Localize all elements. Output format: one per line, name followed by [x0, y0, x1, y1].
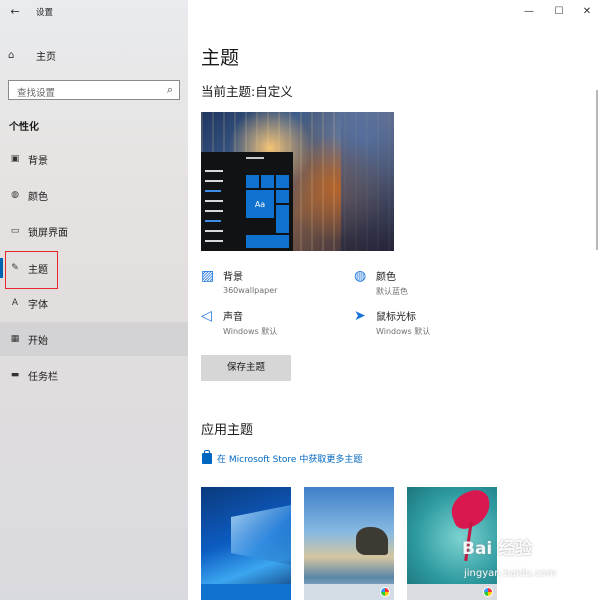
palette-icon: ◍ [354, 268, 367, 284]
preview-tile [246, 175, 259, 188]
preview-menu-line [205, 220, 221, 222]
section-heading: 个性化 [9, 122, 39, 133]
nav-home-label: 主页 [36, 51, 56, 63]
annotation-highlight-box [5, 251, 58, 289]
sidebar-item-taskbar[interactable]: ▬ 任务栏 [0, 358, 188, 392]
picture-icon: ▣ [10, 154, 20, 164]
preview-menu-header [246, 157, 264, 159]
preview-tile-aa: Aa [246, 190, 274, 218]
setting-value: 默认蓝色 [376, 287, 408, 296]
sidebar-item-label: 背景 [28, 155, 48, 167]
setting-title: 声音 [223, 312, 243, 323]
theme-thumbnail-windows-10[interactable] [304, 487, 394, 600]
preview-tile [246, 235, 289, 248]
preview-wallpaper-detail [341, 112, 394, 251]
apply-theme-heading: 应用主题 [201, 423, 254, 438]
maximize-button[interactable]: ☐ [545, 4, 573, 20]
preview-menu-line [205, 170, 223, 172]
sidebar-item-lock-screen[interactable]: ▭ 锁屏界面 [0, 214, 188, 248]
search-input[interactable]: 查找设置 ⌕ [8, 80, 180, 100]
sidebar-item-label: 颜色 [28, 191, 48, 203]
font-icon: A [11, 298, 19, 308]
search-icon[interactable]: ⌕ [167, 83, 173, 97]
save-theme-button[interactable]: 保存主题 [201, 355, 291, 381]
taskbar-icon: ▬ [10, 370, 20, 380]
windows-logo-light [231, 505, 291, 565]
preview-tile [276, 190, 289, 203]
multicolor-badge-icon [380, 587, 390, 597]
store-link-label: 在 Microsoft Store 中获取更多主题 [217, 455, 363, 465]
back-button[interactable]: ← [6, 4, 24, 20]
home-icon: ⌂ [8, 49, 15, 61]
setting-mouse-cursor[interactable]: ➤ 鼠标光标 Windows 默认 [354, 308, 430, 337]
minimize-button[interactable]: — [515, 4, 543, 20]
preview-menu-line [205, 240, 223, 242]
search-placeholder: 查找设置 [17, 88, 56, 99]
current-theme-heading: 当前主题:自定义 [201, 84, 293, 99]
preview-menu-line [205, 210, 223, 212]
setting-value: Windows 默认 [223, 327, 278, 336]
preview-tile [276, 175, 289, 188]
watermark-url: jingyan.baidu.com [464, 568, 557, 579]
nav-home[interactable]: ⌂ 主页 [8, 46, 178, 64]
lock-screen-icon: ▭ [10, 226, 20, 236]
theme-thumbnail-windows[interactable] [201, 487, 291, 600]
close-button[interactable]: ✕ [573, 4, 600, 20]
theme-color-bar [201, 584, 291, 600]
preview-menu-line [205, 180, 223, 182]
sidebar-item-start[interactable]: ▦ 开始 [0, 322, 188, 356]
theme-preview: Aa [201, 112, 394, 251]
preview-tile [261, 175, 274, 188]
sidebar-item-background[interactable]: ▣ 背景 [0, 142, 188, 176]
setting-sound[interactable]: ◁ 声音 Windows 默认 [201, 308, 277, 337]
preview-menu-line [205, 200, 223, 202]
setting-value: 360wallpaper [223, 286, 278, 295]
sidebar-item-label: 任务栏 [28, 371, 58, 383]
start-icon: ▦ [10, 334, 20, 344]
sidebar-item-fonts[interactable]: A 字体 [0, 286, 188, 320]
beach-rock-image [356, 527, 388, 555]
setting-title: 颜色 [376, 272, 396, 283]
scrollbar[interactable] [596, 90, 598, 250]
setting-value: Windows 默认 [376, 327, 431, 336]
sidebar-item-label: 开始 [28, 335, 48, 347]
store-bag-icon [202, 450, 212, 464]
store-link[interactable]: 在 Microsoft Store 中获取更多主题 [202, 450, 363, 465]
cursor-icon: ➤ [354, 308, 366, 324]
setting-title: 背景 [223, 272, 243, 283]
sidebar-item-label: 字体 [28, 299, 48, 311]
watermark-logo-text: Bai 经验 [462, 539, 533, 559]
baidu-watermark: Bai 经验 jingyan.baidu.com [462, 532, 598, 592]
title-bar: ← 设置 — ☐ ✕ [0, 0, 600, 26]
sidebar: ⌂ 主页 查找设置 ⌕ 个性化 ▣ 背景 ◍ 颜色 ▭ 锁屏界面 ✎ 主题 A … [0, 0, 188, 600]
setting-title: 鼠标光标 [376, 312, 416, 323]
selection-indicator [0, 258, 3, 278]
page-title: 主题 [201, 47, 240, 69]
sidebar-item-label: 锁屏界面 [28, 227, 68, 239]
picture-icon: ▨ [201, 268, 215, 284]
palette-icon: ◍ [11, 190, 19, 200]
speaker-icon: ◁ [201, 308, 212, 324]
setting-color[interactable]: ◍ 颜色 默认蓝色 [354, 268, 408, 297]
preview-menu-line [205, 190, 221, 192]
sidebar-item-colors[interactable]: ◍ 颜色 [0, 178, 188, 212]
app-title: 设置 [36, 8, 54, 18]
preview-tile [276, 205, 289, 233]
setting-background[interactable]: ▨ 背景 360wallpaper [201, 268, 277, 295]
preview-menu-line [205, 230, 223, 232]
